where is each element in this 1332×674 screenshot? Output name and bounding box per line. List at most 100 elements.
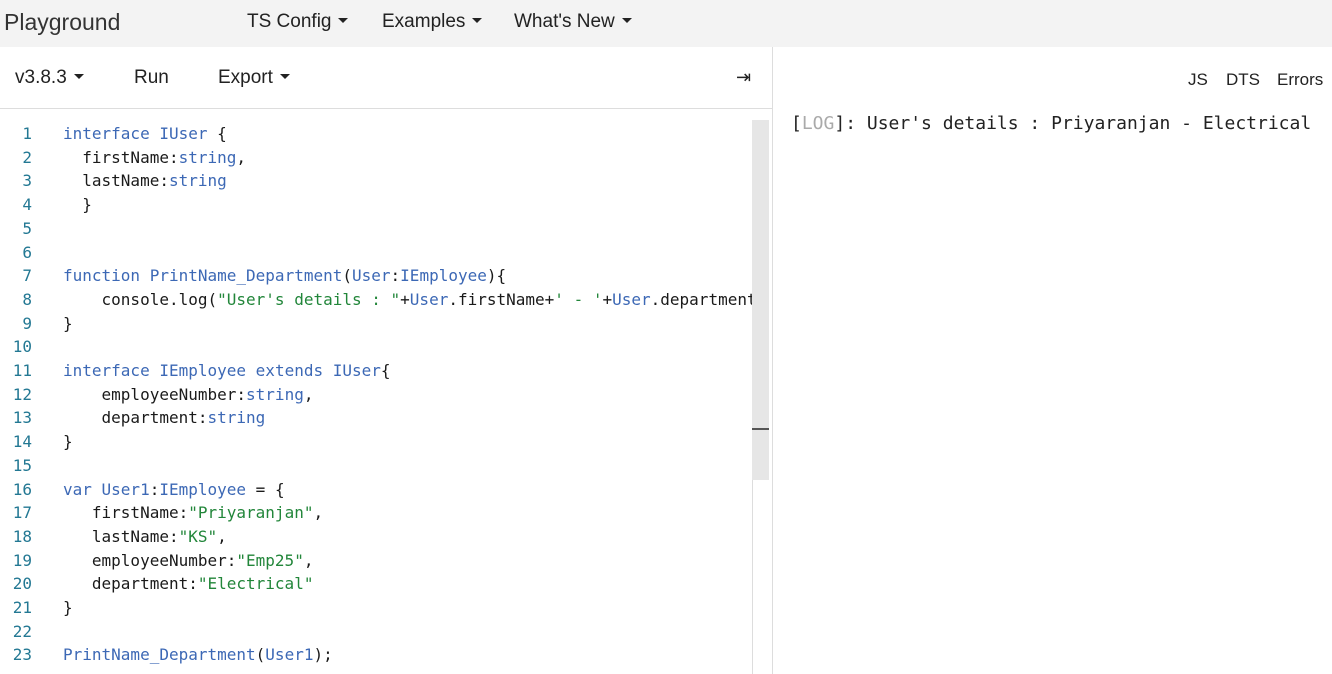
code-line[interactable]: 18 lastName:"KS",: [0, 525, 760, 549]
code-text: employeeNumber:"Emp25",: [63, 549, 314, 573]
code-line[interactable]: 16 var User1:IEmployee = {: [0, 478, 760, 502]
code-line[interactable]: 14}: [0, 430, 760, 454]
version-select[interactable]: v3.8.3: [15, 67, 84, 89]
nav-whats-new-label: What's New: [514, 11, 615, 32]
line-number: 6: [22, 242, 32, 262]
version-label: v3.8.3: [15, 67, 67, 88]
code-line[interactable]: 2 firstName:string,: [0, 146, 760, 170]
code-token: ,: [303, 550, 314, 570]
nav-whats-new[interactable]: What's New: [514, 11, 632, 33]
code-token: User: [409, 289, 449, 309]
line-number: 13: [12, 408, 32, 428]
code-token: "Priyaranjan": [188, 503, 314, 523]
log-bracket-close: ]: [834, 113, 846, 134]
nav-ts-config[interactable]: TS Config: [247, 11, 349, 33]
export-menu[interactable]: Export: [218, 67, 290, 89]
log-message: : User's details : Priyaranjan - Electri…: [845, 113, 1312, 134]
caret-down-icon: [73, 74, 84, 80]
caret-down-icon: [621, 18, 632, 24]
code-token: employeeNumber:: [63, 384, 247, 404]
code-token: ,: [303, 384, 314, 404]
code-token: (: [342, 266, 352, 286]
code-token: +: [602, 289, 613, 309]
line-number: 22: [12, 621, 32, 641]
code-text: interface IEmployee extends IUser{: [63, 359, 391, 383]
code-text: function PrintName_Department(User:IEmpl…: [63, 264, 506, 288]
tab-errors[interactable]: Errors: [1277, 70, 1323, 90]
code-token: extends: [255, 361, 324, 380]
scrollbar-track: [752, 480, 753, 674]
code-text: lastName:string: [63, 169, 227, 193]
code-token: IUser: [159, 124, 208, 143]
tab-js[interactable]: JS: [1188, 70, 1208, 90]
editor-scrollbar[interactable]: [752, 120, 769, 480]
code-token: ){: [486, 266, 507, 286]
line-number: 12: [12, 384, 32, 404]
code-token: .firstName+: [448, 289, 555, 309]
code-line[interactable]: 12 employeeNumber:string,: [0, 383, 760, 407]
code-text: department:string: [63, 406, 266, 430]
run-button[interactable]: Run: [134, 67, 169, 89]
code-line[interactable]: 23 PrintName_Department(User1);: [0, 643, 760, 667]
code-line[interactable]: 10: [0, 335, 760, 359]
code-token: interface: [63, 361, 160, 380]
code-text: department:"Electrical": [63, 572, 314, 596]
code-token: lastName:: [63, 526, 179, 546]
code-text: }: [63, 312, 73, 336]
code-token: }: [63, 313, 73, 333]
code-text: PrintName_Department(User1);: [63, 643, 333, 667]
code-line[interactable]: 7 function PrintName_Department(User:IEmp…: [0, 264, 760, 288]
code-token: +: [400, 289, 410, 309]
code-line[interactable]: 4 }: [0, 193, 760, 217]
line-number: 7: [22, 266, 32, 286]
nav-examples[interactable]: Examples: [382, 11, 483, 33]
code-token: ' - ': [554, 289, 603, 309]
code-token: User: [612, 289, 651, 309]
code-token: console.log(: [63, 289, 218, 309]
code-token: IUser: [332, 361, 381, 380]
code-line[interactable]: 19 employeeNumber:"Emp25",: [0, 549, 760, 573]
console-log-line: [LOG]: User's details : Priyaranjan - El…: [791, 113, 1311, 134]
caret-down-icon: [472, 18, 483, 24]
code-text: }: [63, 596, 73, 620]
line-number: 14: [12, 432, 32, 452]
code-token: IEmployee: [159, 361, 247, 380]
nav-ts-config-label: TS Config: [247, 11, 332, 32]
code-text: interface IUser {: [63, 122, 227, 146]
code-token: department:: [63, 408, 208, 428]
line-number: 17: [12, 503, 32, 523]
code-token: {: [207, 124, 227, 143]
line-number: 5: [22, 218, 32, 238]
code-line[interactable]: 8 console.log("User's details : "+User.f…: [0, 288, 766, 312]
code-token: ,: [217, 526, 227, 546]
code-line[interactable]: 1 interface IUser {: [0, 122, 760, 146]
code-token: User: [352, 266, 391, 286]
code-token: employeeNumber:: [63, 550, 237, 570]
code-token: "KS": [178, 526, 218, 546]
code-token: ,: [313, 503, 324, 523]
brand-title[interactable]: Playground: [4, 9, 120, 36]
code-token: }: [63, 432, 73, 452]
code-token: "User's details : ": [217, 289, 401, 309]
code-line[interactable]: 9}: [0, 312, 760, 336]
code-line[interactable]: 21}: [0, 596, 760, 620]
code-line[interactable]: 5: [0, 217, 760, 241]
code-token: interface: [63, 124, 160, 143]
log-tag: LOG: [801, 113, 835, 134]
line-number: 16: [12, 479, 32, 499]
code-line[interactable]: 15: [0, 454, 760, 478]
collapse-panel-icon[interactable]: ⇥: [736, 67, 751, 88]
top-navbar: Playground TS Config Examples What's New: [0, 0, 1332, 47]
code-line[interactable]: 11 interface IEmployee extends IUser{: [0, 359, 760, 383]
code-line[interactable]: 3 lastName:string: [0, 169, 760, 193]
code-line[interactable]: 20 department:"Electrical": [0, 572, 760, 596]
code-line[interactable]: 6: [0, 241, 760, 265]
code-line[interactable]: 13 department:string: [0, 406, 760, 430]
line-number: 11: [12, 361, 32, 380]
code-text: }: [63, 193, 92, 217]
tab-dts[interactable]: DTS: [1226, 70, 1260, 90]
code-line[interactable]: 17 firstName:"Priyaranjan",: [0, 501, 760, 525]
code-token: "Electrical": [197, 574, 314, 594]
code-token: IEmployee: [400, 266, 487, 286]
code-line[interactable]: 22: [0, 620, 760, 644]
